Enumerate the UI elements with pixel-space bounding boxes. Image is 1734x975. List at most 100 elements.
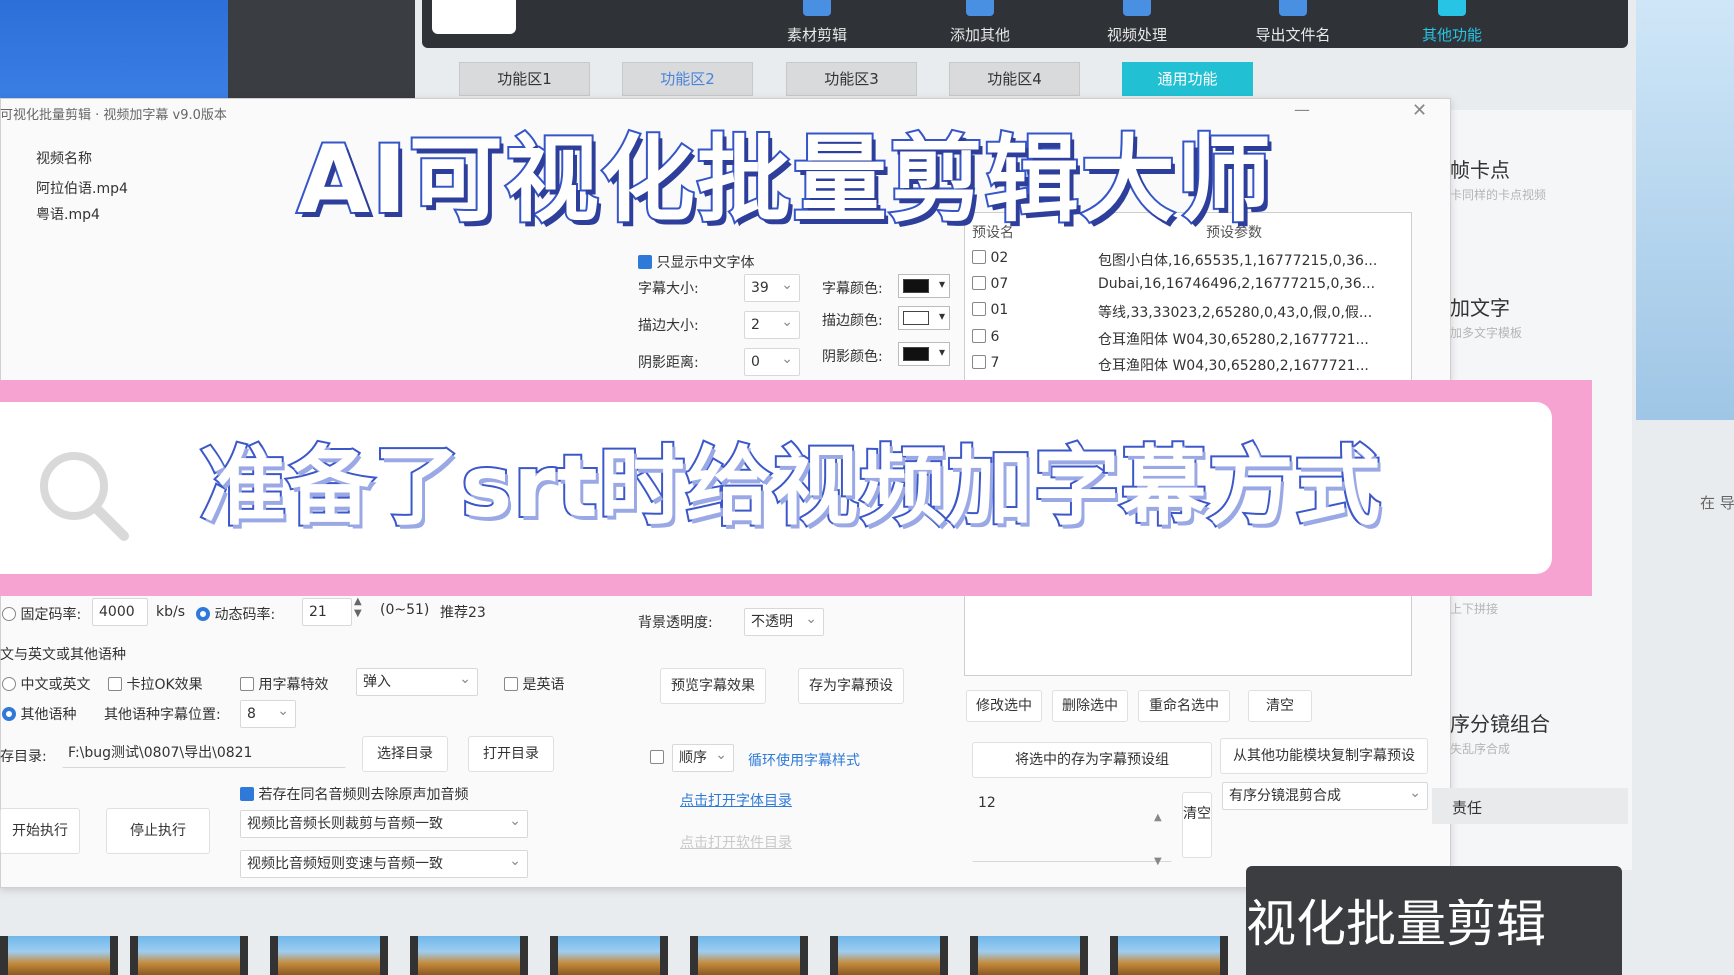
video-thumbnail[interactable] (130, 936, 248, 975)
checkbox[interactable] (240, 787, 254, 801)
preview-subtitle-button[interactable]: 预览字幕效果 (660, 668, 766, 704)
dynamic-bitrate-input[interactable]: 21 (302, 598, 352, 626)
number-stepper[interactable]: ▲ ▼ (1154, 796, 1162, 884)
only-chinese-font-checkbox[interactable]: 只显示中文字体 (638, 252, 754, 272)
video-icon (1123, 0, 1151, 16)
tab-function-1[interactable]: 功能区1 (459, 62, 590, 96)
radio[interactable] (2, 677, 16, 691)
save-preset-group-button[interactable]: 将选中的存为字幕预设组 (972, 742, 1212, 778)
preset-value: 仓耳渔阳体 W04,30,65280,2,1677721... (1098, 358, 1369, 374)
shadow-color-select[interactable]: ▾ (898, 342, 950, 366)
longer-audio-select[interactable]: 视频比音频长则裁剪与音频一致 (240, 810, 528, 838)
remove-original-audio-checkbox[interactable]: 若存在同名音频则去除原声加音频 (240, 784, 468, 804)
fixed-bitrate-input[interactable]: 4000 (92, 598, 148, 626)
delete-selected-button[interactable]: 删除选中 (1052, 690, 1128, 722)
start-button[interactable]: 开始执行 (0, 808, 80, 854)
save-subtitle-preset-button[interactable]: 存为字幕预设 (798, 668, 904, 704)
tab-function-3[interactable]: 功能区3 (786, 62, 917, 96)
toolbar-export-filename[interactable]: 导出文件名 (1238, 0, 1348, 48)
tab-function-4[interactable]: 功能区4 (949, 62, 1080, 96)
subtitle-size-select[interactable]: 39 (744, 274, 800, 302)
effect-checkbox[interactable]: 用字幕特效 (240, 674, 328, 694)
video-thumbnail[interactable] (830, 936, 948, 975)
bitrate-stepper[interactable]: ▲ ▼ (354, 596, 362, 620)
table-row[interactable]: 01 (972, 302, 1008, 318)
radio[interactable] (2, 707, 16, 721)
mix-mode-select[interactable]: 有序分镜混剪合成 (1222, 782, 1428, 810)
list-item[interactable]: 阿拉伯语.mp4 (36, 178, 128, 198)
output-dir-input[interactable]: F:\bug测试\0807\导出\0821 (62, 740, 346, 768)
cn-en-radio[interactable]: 中文或英文 (2, 674, 90, 694)
close-button[interactable]: ✕ (1412, 100, 1427, 121)
checkbox[interactable] (972, 250, 986, 264)
dynamic-bitrate-radio[interactable]: 动态码率: (196, 604, 275, 624)
table-row[interactable]: 07 (972, 276, 1008, 292)
clear-presets-button[interactable]: 清空 (1248, 690, 1312, 722)
toolbar-add-other[interactable]: 添加其他 (925, 0, 1035, 48)
toolbar-other-functions[interactable]: 其他功能 (1397, 0, 1507, 48)
subtitle-position-select[interactable]: 8 (240, 700, 296, 728)
stop-button[interactable]: 停止执行 (106, 808, 210, 854)
background-preview-blue (0, 0, 228, 98)
bitrate-recommend: 推荐23 (440, 605, 486, 621)
tab-function-2[interactable]: 功能区2 (622, 62, 753, 96)
modify-selected-button[interactable]: 修改选中 (966, 690, 1042, 722)
rename-selected-button[interactable]: 重命名选中 (1138, 690, 1230, 722)
table-row[interactable]: 7 (972, 355, 999, 371)
checkbox[interactable] (240, 677, 254, 691)
open-soft-dir-link[interactable]: 点击打开软件目录 (680, 832, 792, 852)
tab-general[interactable]: 通用功能 (1122, 62, 1253, 96)
shorter-audio-select[interactable]: 视频比音频短则变速与音频一致 (240, 850, 528, 878)
preset-number-input[interactable]: 12 (972, 790, 1172, 862)
subtitle-color-select[interactable]: ▾ (898, 274, 950, 298)
copy-preset-button[interactable]: 从其他功能模块复制字幕预设 (1220, 738, 1428, 774)
video-thumbnail[interactable] (0, 936, 118, 975)
sidebar-item-frame-beat[interactable]: 帧卡点 (1450, 154, 1510, 183)
checkbox[interactable] (972, 355, 986, 369)
window-title: 可视化批量剪辑 · 视频加字幕 v9.0版本 (0, 108, 227, 123)
order-select[interactable]: 顺序 (672, 744, 734, 772)
list-item[interactable]: 粤语.mp4 (36, 204, 100, 224)
video-thumbnail[interactable] (1110, 936, 1228, 975)
stroke-size-select[interactable]: 2 (744, 311, 800, 339)
sidebar-item-storyboard[interactable]: 序分镜组合 (1450, 708, 1550, 737)
effect-select[interactable]: 弹入 (356, 668, 478, 696)
fixed-bitrate-radio[interactable]: 固定码率: (2, 604, 81, 624)
video-thumbnail[interactable] (410, 936, 528, 975)
radio[interactable] (2, 607, 16, 621)
is-english-checkbox[interactable]: 是英语 (504, 674, 564, 694)
minimize-button[interactable]: — (1294, 100, 1310, 119)
bg-opacity-select[interactable]: 不透明 (744, 608, 824, 636)
checkbox[interactable] (638, 255, 652, 269)
choose-dir-button[interactable]: 选择目录 (362, 736, 448, 772)
sidebar-item-duty[interactable]: 责任 (1452, 797, 1482, 818)
cycle-style-link[interactable]: 循环使用字幕样式 (748, 750, 860, 770)
checkbox[interactable] (650, 750, 664, 764)
checkbox[interactable] (972, 329, 986, 343)
table-row[interactable]: 6 (972, 329, 999, 345)
radio[interactable] (196, 607, 210, 621)
checkbox[interactable] (972, 276, 986, 290)
clear-number-button[interactable]: 清空 (1182, 792, 1212, 858)
open-dir-button[interactable]: 打开目录 (468, 736, 554, 772)
video-thumbnail[interactable] (690, 936, 808, 975)
table-row[interactable]: 02 (972, 250, 1008, 266)
sidebar-item-add-text[interactable]: 加文字 (1450, 292, 1510, 321)
shadow-distance-select[interactable]: 0 (744, 348, 800, 376)
video-thumbnail[interactable] (270, 936, 388, 975)
subline-overlay: 准备了srt时给视频加字幕方式 (198, 435, 1383, 539)
preset-value: 等线,33,33023,2,65280,0,43,0,假,0,假... (1098, 305, 1373, 321)
toolbar-video-process[interactable]: 视频处理 (1082, 0, 1192, 48)
open-font-dir-link[interactable]: 点击打开字体目录 (680, 790, 792, 810)
video-thumbnail[interactable] (970, 936, 1088, 975)
stroke-color-select[interactable]: ▾ (898, 306, 950, 330)
checkbox[interactable] (504, 677, 518, 691)
promo-text: 视化批量剪辑 (1246, 895, 1546, 953)
cycle-style-checkbox[interactable] (650, 750, 664, 766)
karaoke-checkbox[interactable]: 卡拉OK效果 (108, 674, 203, 694)
checkbox[interactable] (972, 302, 986, 316)
toolbar-material-edit[interactable]: 素材剪辑 (762, 0, 872, 48)
other-language-radio[interactable]: 其他语种 (2, 704, 76, 724)
video-thumbnail[interactable] (550, 936, 668, 975)
checkbox[interactable] (108, 677, 122, 691)
